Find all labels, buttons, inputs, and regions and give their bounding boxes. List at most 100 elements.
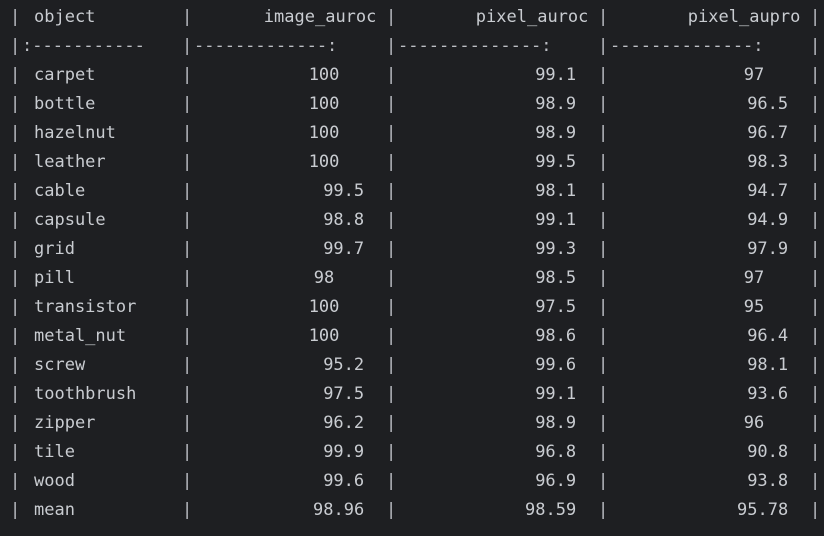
table-pipe: | bbox=[386, 442, 397, 462]
table-pipe: | bbox=[810, 65, 821, 85]
table-pipe: | bbox=[598, 268, 609, 288]
table-pipe: | bbox=[810, 181, 821, 201]
cell-pixel-auroc: 98.9 bbox=[535, 123, 577, 143]
table-pipe: | bbox=[810, 123, 821, 143]
table-pipe: | bbox=[810, 36, 821, 56]
cell-pixel-auroc: 99.6 bbox=[535, 355, 577, 375]
table-pipe: | bbox=[386, 210, 397, 230]
cell-pixel-aupro: 95 bbox=[743, 297, 765, 317]
cell-object: wood bbox=[34, 471, 75, 491]
cell-object: metal_nut bbox=[34, 326, 127, 346]
markdown-table-editor[interactable]: | | | | | object image_auroc pixel_auroc pixel_a… bbox=[0, 0, 824, 536]
cell-object: hazelnut bbox=[34, 123, 116, 143]
table-pipe: | bbox=[810, 500, 821, 520]
table-pipe: | bbox=[810, 152, 821, 172]
cell-object: zipper bbox=[34, 413, 96, 433]
table-row[interactable]: | | | | | capsule 98.8 99.1 94.9 bbox=[0, 206, 824, 235]
cell-pixel-auroc: 97.5 bbox=[535, 297, 577, 317]
table-pipe: | bbox=[386, 268, 397, 288]
table-pipe: | bbox=[598, 413, 609, 433]
table-pipe: | bbox=[386, 413, 397, 433]
table-row[interactable]: | | | | | pill 98 98.5 97 bbox=[0, 264, 824, 293]
cell-pixel-aupro: 96.4 bbox=[747, 326, 789, 346]
table-pipe: | bbox=[10, 36, 21, 56]
table-pipe: | bbox=[810, 94, 821, 114]
table-pipe: | bbox=[182, 268, 193, 288]
table-pipe: | bbox=[810, 239, 821, 259]
table-pipe: | bbox=[182, 355, 193, 375]
table-pipe: | bbox=[10, 210, 21, 230]
table-pipe: | bbox=[598, 181, 609, 201]
table-pipe: | bbox=[386, 7, 397, 27]
table-row[interactable]: | | | | | hazelnut 100 98.9 96.7 bbox=[0, 119, 824, 148]
cell-image-auroc: 99.6 bbox=[323, 471, 365, 491]
table-pipe: | bbox=[182, 210, 193, 230]
cell-image-auroc: 96.2 bbox=[323, 413, 365, 433]
table-pipe: | bbox=[598, 326, 609, 346]
table-pipe: | bbox=[182, 471, 193, 491]
cell-image-auroc: 99.7 bbox=[323, 239, 365, 259]
table-pipe: | bbox=[598, 123, 609, 143]
table-pipe: | bbox=[598, 500, 609, 520]
table-pipe: | bbox=[810, 413, 821, 433]
cell-object: screw bbox=[34, 355, 86, 375]
table-row[interactable]: | | | | | transistor 100 97.5 95 bbox=[0, 293, 824, 322]
cell-object: transistor bbox=[34, 297, 137, 317]
cell-object: carpet bbox=[34, 65, 96, 85]
cell-pixel-aupro: 98.1 bbox=[747, 355, 789, 375]
table-row[interactable]: | | | | | leather 100 99.5 98.3 bbox=[0, 148, 824, 177]
cell-pixel-aupro: 94.7 bbox=[747, 181, 789, 201]
table-pipe: | bbox=[386, 36, 397, 56]
table-pipe: | bbox=[182, 384, 193, 404]
table-row[interactable]: | | | | | metal_nut 100 98.6 96.4 bbox=[0, 322, 824, 351]
header-cell-image-auroc: image_auroc bbox=[263, 7, 377, 27]
table-row[interactable]: | | | | | bottle 100 98.9 96.5 bbox=[0, 90, 824, 119]
table-pipe: | bbox=[182, 65, 193, 85]
table-row[interactable]: | | | | | cable 99.5 98.1 94.7 bbox=[0, 177, 824, 206]
table-pipe: | bbox=[598, 94, 609, 114]
table-header-row[interactable]: | | | | | object image_auroc pixel_auroc pixel_a… bbox=[0, 3, 824, 32]
table-pipe: | bbox=[182, 94, 193, 114]
table-pipe: | bbox=[10, 500, 21, 520]
table-pipe: | bbox=[810, 442, 821, 462]
table-row[interactable]: | | | | | carpet 100 99.1 97 bbox=[0, 61, 824, 90]
cell-image-auroc: 100 bbox=[308, 94, 340, 114]
table-row[interactable]: | | | | | screw 95.2 99.6 98.1 bbox=[0, 351, 824, 380]
table-row[interactable]: | | | | | toothbrush 97.5 99.1 93.6 bbox=[0, 380, 824, 409]
cell-image-auroc: 98 bbox=[313, 268, 335, 288]
table-row[interactable]: | | | | | grid 99.7 99.3 97.9 bbox=[0, 235, 824, 264]
table-pipe: | bbox=[182, 152, 193, 172]
table-pipe: | bbox=[10, 268, 21, 288]
cell-pixel-aupro: 90.8 bbox=[747, 442, 789, 462]
cell-pixel-aupro: 93.8 bbox=[747, 471, 789, 491]
cell-image-auroc: 98.96 bbox=[313, 500, 365, 520]
table-row[interactable]: | | | | | wood 99.6 96.9 93.8 bbox=[0, 467, 824, 496]
table-row[interactable]: | | | | | mean 98.96 98.59 95.78 bbox=[0, 496, 824, 525]
cell-pixel-aupro: 96 bbox=[743, 413, 765, 433]
cell-pixel-aupro: 97 bbox=[743, 65, 765, 85]
table-row[interactable]: | | | | | tile 99.9 96.8 90.8 bbox=[0, 438, 824, 467]
header-cell-pixel-aupro: pixel_aupro bbox=[687, 7, 801, 27]
table-pipe: | bbox=[598, 384, 609, 404]
header-cell-object: object bbox=[34, 7, 96, 27]
table-pipe: | bbox=[10, 413, 21, 433]
table-pipe: | bbox=[386, 297, 397, 317]
cell-pixel-aupro: 98.3 bbox=[747, 152, 789, 172]
table-pipe: | bbox=[810, 471, 821, 491]
table-alignment-row[interactable]: | | | | |:----------- -------------: ---------… bbox=[0, 32, 824, 61]
table-row[interactable]: | | | | | zipper 96.2 98.9 96 bbox=[0, 409, 824, 438]
cell-image-auroc: 100 bbox=[308, 152, 340, 172]
table-pipe: | bbox=[386, 471, 397, 491]
table-pipe: | bbox=[386, 65, 397, 85]
table-pipe: | bbox=[386, 239, 397, 259]
cell-object: grid bbox=[34, 239, 75, 259]
table-pipe: | bbox=[10, 326, 21, 346]
cell-image-auroc: 100 bbox=[308, 326, 340, 346]
cell-pixel-auroc: 99.3 bbox=[535, 239, 577, 259]
table-pipe: | bbox=[182, 239, 193, 259]
cell-pixel-aupro: 97 bbox=[743, 268, 765, 288]
table-pipe: | bbox=[182, 7, 193, 27]
cell-image-auroc: 100 bbox=[308, 123, 340, 143]
alignment-cell: :----------- bbox=[22, 36, 145, 56]
table-pipe: | bbox=[810, 297, 821, 317]
